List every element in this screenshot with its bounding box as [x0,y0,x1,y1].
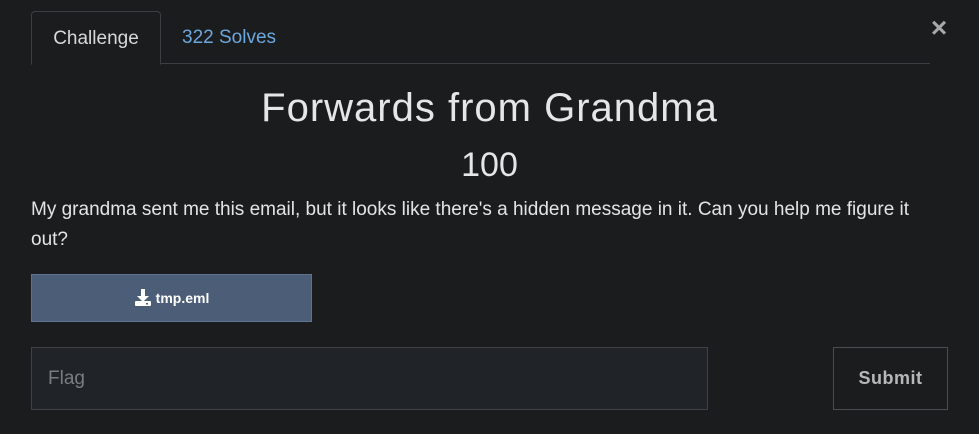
tab-challenge[interactable]: Challenge [31,11,161,65]
challenge-points: 100 [461,146,518,184]
flag-input[interactable] [31,347,708,410]
download-icon [134,289,151,306]
tab-bar: Challenge 322 Solves [31,11,930,65]
challenge-title: Forwards from Grandma [261,86,718,130]
file-download-button[interactable]: tmp.eml [31,274,312,322]
submit-button[interactable]: Submit [833,347,948,410]
tab-solves[interactable]: 322 Solves [182,11,276,63]
challenge-modal: × Challenge 322 Solves Forwards from Gra… [0,0,979,434]
challenge-description: My grandma sent me this email, but it lo… [31,199,910,250]
file-name: tmp.eml [155,290,210,306]
